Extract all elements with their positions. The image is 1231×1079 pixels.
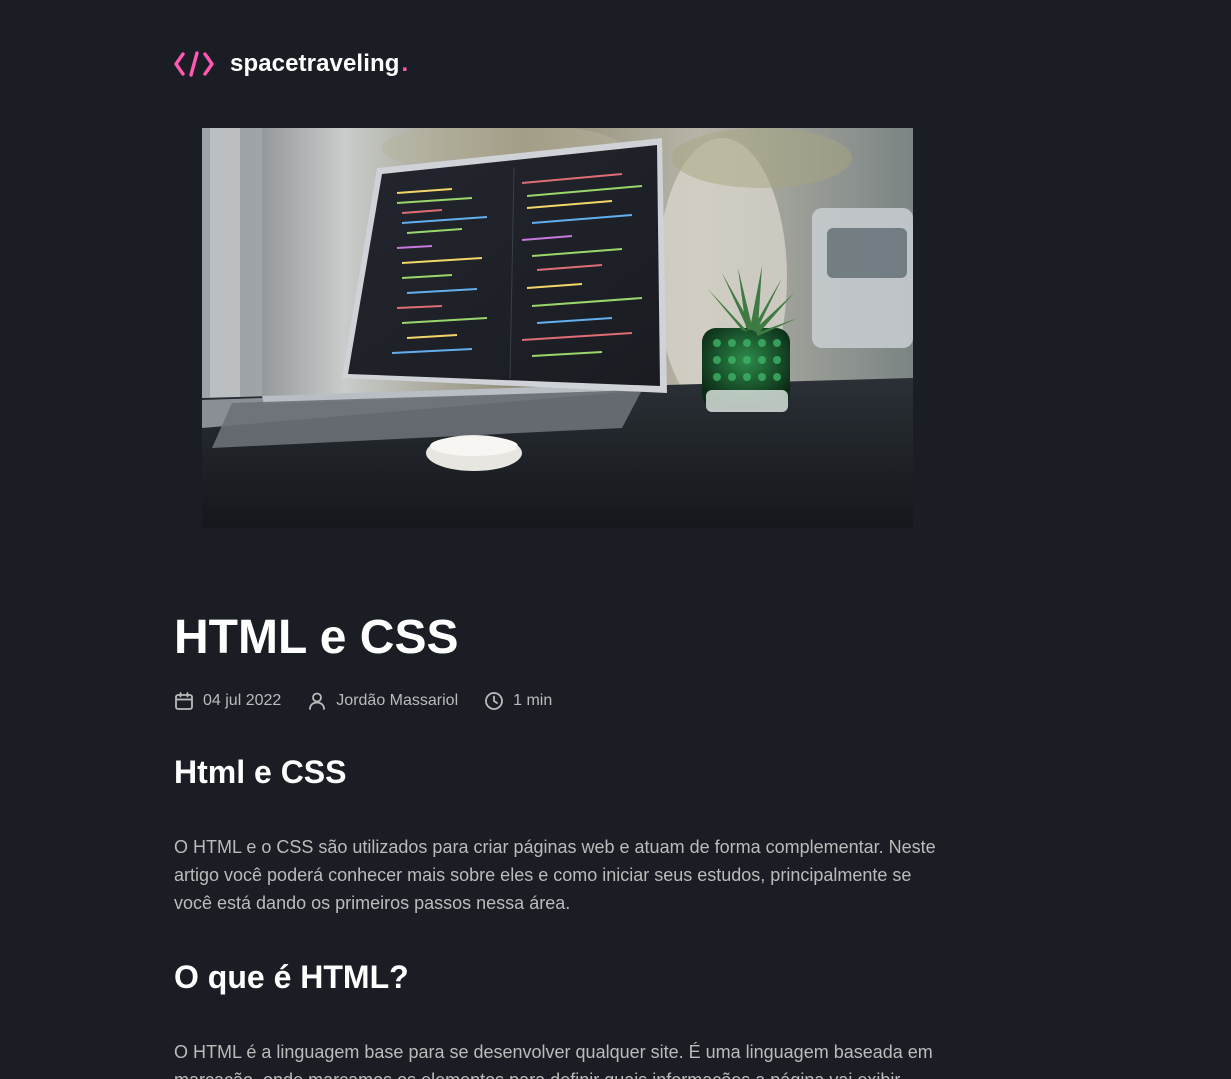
site-header[interactable]: spacetraveling. <box>174 46 408 82</box>
post-page: spacetraveling. HTML e CSS 04 jul 2022 J… <box>0 0 1231 1079</box>
post-title: HTML e CSS <box>174 611 459 664</box>
post-reading-time-text: 1 min <box>513 692 553 709</box>
banner-illustration <box>202 128 913 528</box>
post-author: Jordão Massariol <box>307 691 458 711</box>
clock-icon <box>485 692 504 710</box>
user-icon <box>309 692 326 710</box>
logo-dot: . <box>401 50 409 77</box>
section-heading: O que é HTML? <box>174 959 409 995</box>
section-heading: Html e CSS <box>174 754 347 790</box>
section-paragraph: O HTML e o CSS são utilizados para criar… <box>174 837 936 913</box>
logo-text: spacetraveling <box>230 50 400 77</box>
code-brackets-icon <box>174 51 214 77</box>
post-meta: 04 jul 2022 Jordão Massariol 1 min <box>174 688 578 714</box>
calendar-icon <box>175 692 193 710</box>
section-paragraph: O HTML é a linguagem base para se desenv… <box>174 1042 933 1079</box>
post-date-text: 04 jul 2022 <box>203 692 282 709</box>
post-banner-image <box>202 128 913 528</box>
post-reading-time: 1 min <box>484 691 552 711</box>
post-date: 04 jul 2022 <box>174 691 281 711</box>
post-author-text: Jordão Massariol <box>336 692 459 709</box>
